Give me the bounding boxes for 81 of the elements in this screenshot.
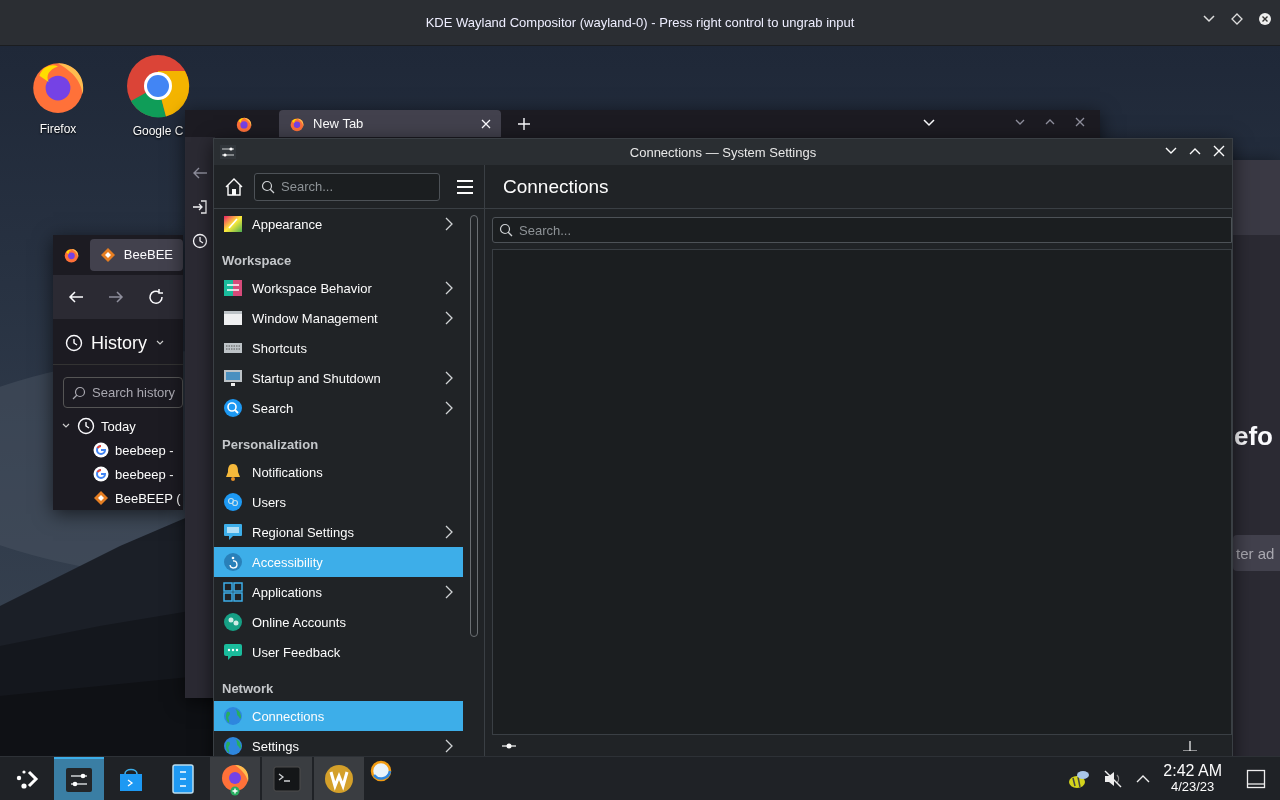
muted-speaker-icon[interactable] bbox=[1103, 768, 1124, 789]
globe-icon bbox=[223, 706, 243, 726]
plus-icon[interactable] bbox=[1182, 741, 1198, 751]
accessibility-icon bbox=[223, 552, 243, 572]
globe-icon bbox=[223, 736, 243, 756]
desktop-icon-label[interactable]: Google C bbox=[132, 124, 184, 138]
sidebar-item[interactable]: User Feedback bbox=[214, 637, 463, 667]
diamond-icon[interactable] bbox=[1230, 12, 1244, 26]
window-icon bbox=[223, 308, 243, 328]
search-field[interactable]: Search... bbox=[492, 217, 1232, 243]
bell-icon bbox=[223, 462, 243, 482]
browser-tab[interactable]: BeeBEE bbox=[89, 238, 183, 271]
search-icon bbox=[261, 179, 275, 194]
reload-icon[interactable] bbox=[147, 287, 165, 306]
sidebar-item[interactable]: Applications bbox=[214, 577, 463, 607]
speech-bubble-icon bbox=[223, 522, 243, 542]
close-icon[interactable] bbox=[1258, 12, 1272, 26]
clock-icon bbox=[65, 334, 83, 353]
section-heading: Personalization bbox=[221, 436, 320, 454]
sidebar-item[interactable]: Shortcuts bbox=[214, 333, 463, 363]
history-item[interactable]: BeeBEEP ( bbox=[53, 486, 183, 510]
search-icon bbox=[499, 223, 513, 237]
google-icon bbox=[93, 466, 109, 483]
show-desktop-icon[interactable] bbox=[1246, 768, 1266, 789]
sidebar-item[interactable]: Settings bbox=[214, 731, 463, 756]
google-icon bbox=[93, 442, 109, 459]
menu-icon[interactable] bbox=[456, 178, 474, 195]
sidebar-item[interactable]: Regional Settings bbox=[214, 517, 463, 547]
diamond-icon bbox=[99, 246, 116, 263]
chrome-icon[interactable] bbox=[126, 54, 190, 118]
section-heading: Network bbox=[221, 680, 275, 698]
sidebar-item[interactable]: Startup and Shutdown bbox=[214, 363, 463, 393]
monitor-icon bbox=[223, 368, 243, 388]
search-field[interactable]: Search... bbox=[254, 172, 440, 201]
history-group[interactable]: Today bbox=[53, 414, 183, 439]
sidebar-item[interactable]: Users bbox=[214, 487, 463, 517]
people-icon bbox=[223, 612, 243, 632]
cabinet-icon bbox=[171, 763, 195, 794]
slider-icon[interactable] bbox=[501, 741, 517, 751]
section-heading: Workspace bbox=[221, 252, 293, 270]
taskbar-button[interactable] bbox=[210, 756, 260, 800]
sidebar-item[interactable]: Notifications bbox=[214, 457, 463, 487]
users-icon bbox=[223, 492, 243, 512]
sync-ring-icon bbox=[369, 758, 393, 783]
sidebar-item[interactable]: Window Management bbox=[214, 303, 463, 333]
window-title: KDE Wayland Compositor (wayland-0) - Press right control to ungrab input bbox=[425, 15, 855, 30]
app-icon bbox=[324, 763, 354, 794]
address-field[interactable]: ter ad bbox=[1233, 535, 1280, 571]
clock-icon bbox=[77, 417, 95, 436]
sidebar-item[interactable]: Search bbox=[214, 393, 463, 423]
plus-icon[interactable] bbox=[517, 116, 531, 131]
firefox-icon bbox=[289, 115, 305, 132]
page-title: Connections bbox=[503, 175, 609, 198]
desktop-icon-label[interactable]: Firefox bbox=[39, 122, 77, 136]
search-icon bbox=[72, 385, 86, 400]
chat-icon bbox=[223, 642, 243, 662]
terminal-icon bbox=[273, 765, 301, 792]
history-item[interactable]: beebeep - bbox=[53, 438, 183, 463]
grid-icon bbox=[223, 582, 243, 602]
clock[interactable]: 2:42 AM 4/23/23 bbox=[1163, 763, 1222, 794]
close-icon[interactable] bbox=[1074, 116, 1086, 128]
browser-tab[interactable]: New Tab bbox=[279, 110, 501, 137]
sidebar-item[interactable]: Appearance bbox=[214, 209, 463, 239]
home-icon[interactable] bbox=[224, 176, 244, 197]
search-field[interactable]: Search history bbox=[63, 376, 183, 409]
history-item[interactable]: beebeep - bbox=[53, 462, 183, 487]
sidebar-item[interactable]: Online Accounts bbox=[214, 607, 463, 637]
window-title: Connections — System Settings bbox=[629, 144, 817, 160]
taskbar-button[interactable] bbox=[314, 756, 364, 800]
sidebar-item[interactable]: Workspace Behavior bbox=[214, 273, 463, 303]
color-swatch-icon bbox=[223, 214, 243, 234]
sidebar-title[interactable]: History bbox=[91, 332, 147, 354]
taskbar-button[interactable] bbox=[54, 756, 104, 800]
search-icon bbox=[223, 398, 243, 418]
sliders-icon bbox=[65, 765, 93, 794]
sign-in-icon[interactable] bbox=[192, 199, 208, 215]
sliders-icon bbox=[223, 278, 243, 298]
clock-icon[interactable] bbox=[192, 233, 208, 249]
brand-text: efo bbox=[1234, 421, 1273, 452]
diamond-icon bbox=[93, 490, 109, 507]
sliders-icon bbox=[220, 144, 236, 160]
